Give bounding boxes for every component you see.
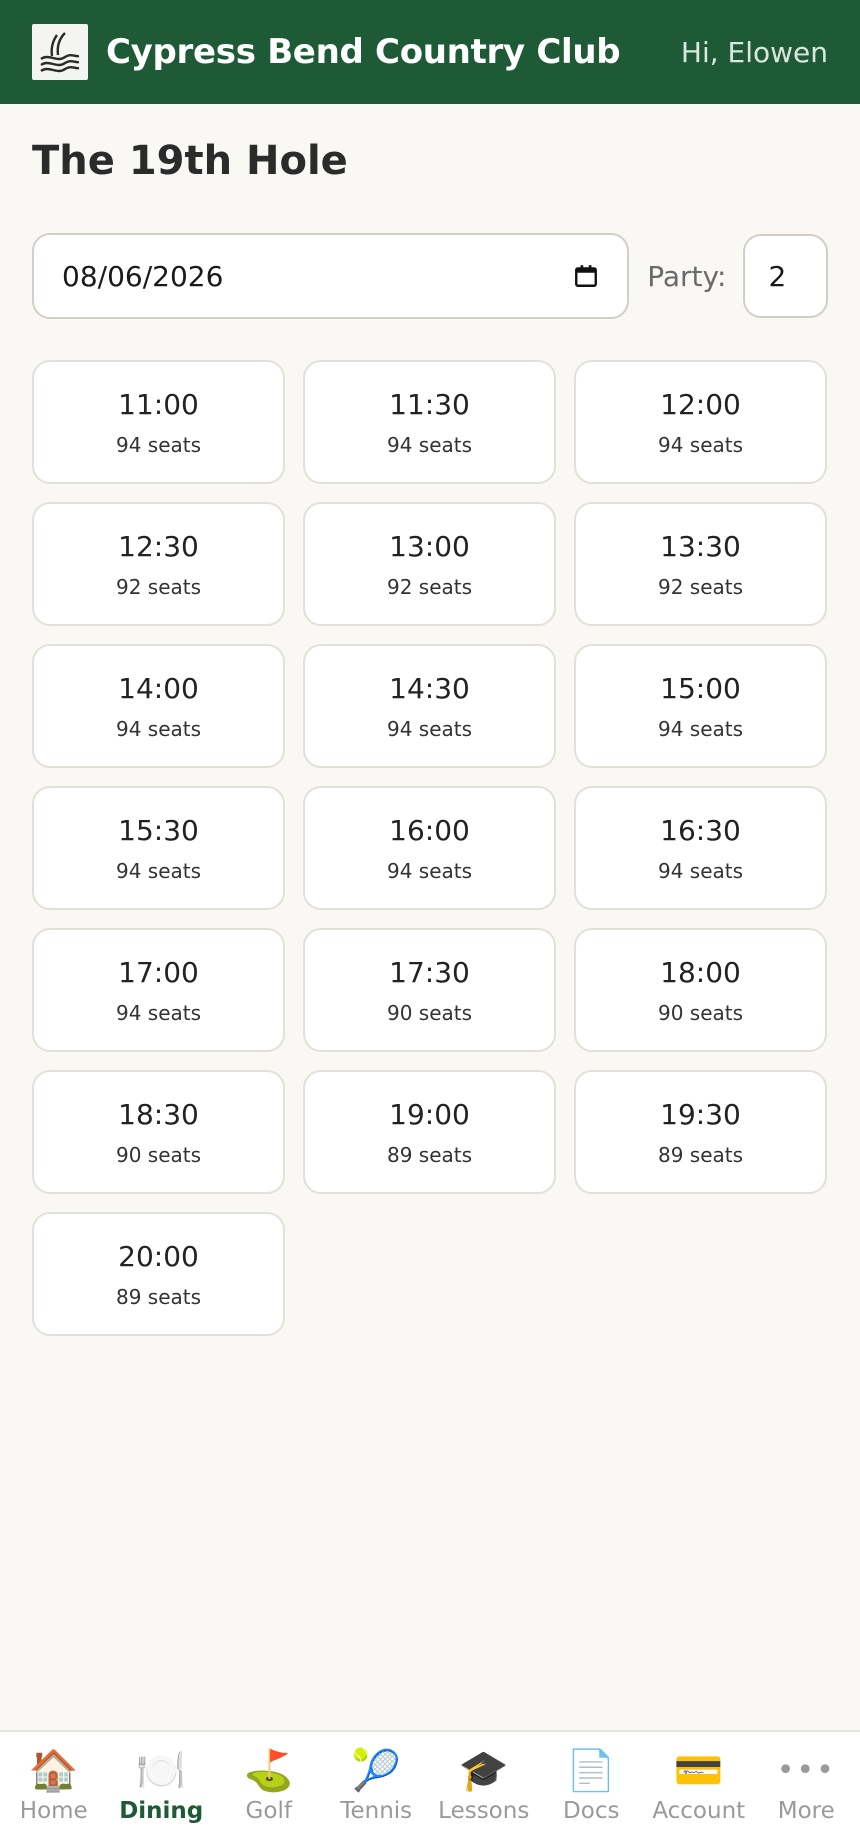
slot-seats: 94 seats — [115, 858, 202, 883]
slot-time: 16:00 — [389, 813, 470, 847]
slot-seats: 94 seats — [115, 716, 202, 741]
tab-label: Lessons — [438, 1798, 530, 1824]
slot-seats: 89 seats — [115, 1284, 202, 1309]
house-icon: 🏠 — [28, 1748, 79, 1794]
time-slot-card[interactable]: 17:30 90 seats — [303, 928, 556, 1052]
time-slot-card[interactable]: 12:30 92 seats — [32, 502, 285, 626]
tab-label: Docs — [563, 1798, 620, 1824]
tab-label: Tennis — [340, 1798, 413, 1824]
time-slot-card[interactable]: 13:00 92 seats — [303, 502, 556, 626]
plate-icon: 🍽️ — [136, 1748, 187, 1794]
time-slot-card[interactable]: 16:30 94 seats — [574, 786, 827, 910]
waves-logo-icon — [40, 32, 80, 73]
slot-seats: 90 seats — [386, 1000, 473, 1025]
date-input[interactable]: 08/06/2026 — [32, 233, 630, 319]
time-slot-card[interactable]: 14:00 94 seats — [32, 644, 285, 768]
golf-flag-icon: ⛳ — [243, 1748, 294, 1794]
time-slot-card[interactable]: 16:00 94 seats — [303, 786, 556, 910]
time-slot-card[interactable]: 11:00 94 seats — [32, 360, 285, 484]
slot-seats: 89 seats — [386, 1142, 473, 1167]
slot-seats: 92 seats — [386, 574, 473, 599]
user-greeting[interactable]: Hi, Elowen — [681, 36, 828, 69]
calendar-icon[interactable] — [573, 263, 599, 289]
tab-label: Account — [652, 1798, 746, 1824]
slot-time: 15:00 — [660, 671, 741, 705]
tab-dining[interactable]: 🍽️ Dining — [108, 1732, 216, 1840]
slot-time: 17:00 — [118, 955, 199, 989]
time-slot-grid: 11:00 94 seats 11:30 94 seats 12:00 94 seats 1… — [32, 360, 828, 1336]
time-slot-card[interactable]: 18:30 90 seats — [32, 1070, 285, 1194]
tab-tennis[interactable]: 🎾 Tennis — [323, 1732, 431, 1840]
tab-label: Dining — [119, 1798, 204, 1824]
credit-card-icon: 💳 — [673, 1748, 724, 1794]
slot-time: 19:30 — [660, 1097, 741, 1131]
tab-golf[interactable]: ⛳ Golf — [215, 1732, 323, 1840]
slot-time: 16:30 — [660, 813, 741, 847]
slot-time: 11:30 — [389, 387, 470, 421]
tab-label: More — [777, 1798, 835, 1824]
slot-seats: 90 seats — [657, 1000, 744, 1025]
slot-seats: 90 seats — [115, 1142, 202, 1167]
slot-time: 18:30 — [118, 1097, 199, 1131]
slot-time: 14:00 — [118, 671, 199, 705]
tab-label: Home — [19, 1798, 88, 1824]
graduation-cap-icon: 🎓 — [458, 1748, 509, 1794]
tab-docs[interactable]: 📄 Docs — [538, 1732, 646, 1840]
slot-seats: 94 seats — [115, 1000, 202, 1025]
time-slot-card[interactable]: 20:00 89 seats — [32, 1212, 285, 1336]
slot-time: 12:30 — [118, 529, 199, 563]
time-slot-card[interactable]: 14:30 94 seats — [303, 644, 556, 768]
tennis-icon: 🎾 — [351, 1748, 402, 1794]
time-slot-card[interactable]: 19:30 89 seats — [574, 1070, 827, 1194]
slot-seats: 94 seats — [657, 716, 744, 741]
time-slot-card[interactable]: 18:00 90 seats — [574, 928, 827, 1052]
party-size-input[interactable]: 2 — [742, 234, 828, 318]
slot-seats: 94 seats — [386, 432, 473, 457]
slot-seats: 89 seats — [657, 1142, 744, 1167]
time-slot-card[interactable]: 12:00 94 seats — [574, 360, 827, 484]
slot-time: 13:00 — [389, 529, 470, 563]
slot-seats: 92 seats — [115, 574, 202, 599]
date-value: 08/06/2026 — [62, 259, 224, 293]
club-logo[interactable] — [32, 24, 88, 80]
tab-account[interactable]: 💳 Account — [645, 1732, 753, 1840]
time-slot-card[interactable]: 17:00 94 seats — [32, 928, 285, 1052]
tab-more[interactable]: ••• More — [753, 1732, 860, 1840]
slot-time: 18:00 — [660, 955, 741, 989]
app-header: Cypress Bend Country Club Hi, Elowen — [0, 0, 860, 104]
slot-time: 13:30 — [660, 529, 741, 563]
time-slot-card[interactable]: 15:00 94 seats — [574, 644, 827, 768]
tab-label: Golf — [245, 1798, 292, 1824]
page-title: The 19th Hole — [32, 138, 348, 184]
time-slot-card[interactable]: 19:00 89 seats — [303, 1070, 556, 1194]
slot-time: 11:00 — [118, 387, 199, 421]
document-icon: 📄 — [566, 1748, 617, 1794]
time-slot-card[interactable]: 15:30 94 seats — [32, 786, 285, 910]
slot-seats: 94 seats — [115, 432, 202, 457]
time-slot-card[interactable]: 11:30 94 seats — [303, 360, 556, 484]
bottom-tab-bar: 🏠 Home 🍽️ Dining ⛳ Golf 🎾 Tennis 🎓 Lessons 📄 Docs 💳 A… — [0, 1730, 860, 1840]
slot-seats: 94 seats — [657, 858, 744, 883]
slot-time: 14:30 — [389, 671, 470, 705]
booking-controls: 08/06/2026 Party: 2 — [32, 233, 828, 319]
slot-seats: 94 seats — [657, 432, 744, 457]
slot-seats: 94 seats — [386, 858, 473, 883]
slot-seats: 94 seats — [386, 716, 473, 741]
slot-time: 15:30 — [118, 813, 199, 847]
club-name: Cypress Bend Country Club — [106, 32, 621, 72]
tab-lessons[interactable]: 🎓 Lessons — [430, 1732, 538, 1840]
slot-seats: 92 seats — [657, 574, 744, 599]
more-dots-icon: ••• — [776, 1753, 836, 1788]
tab-home[interactable]: 🏠 Home — [0, 1732, 108, 1840]
slot-time: 20:00 — [118, 1239, 199, 1273]
time-slot-card[interactable]: 13:30 92 seats — [574, 502, 827, 626]
slot-time: 17:30 — [389, 955, 470, 989]
slot-time: 19:00 — [389, 1097, 470, 1131]
slot-time: 12:00 — [660, 387, 741, 421]
party-label: Party: — [647, 259, 727, 293]
